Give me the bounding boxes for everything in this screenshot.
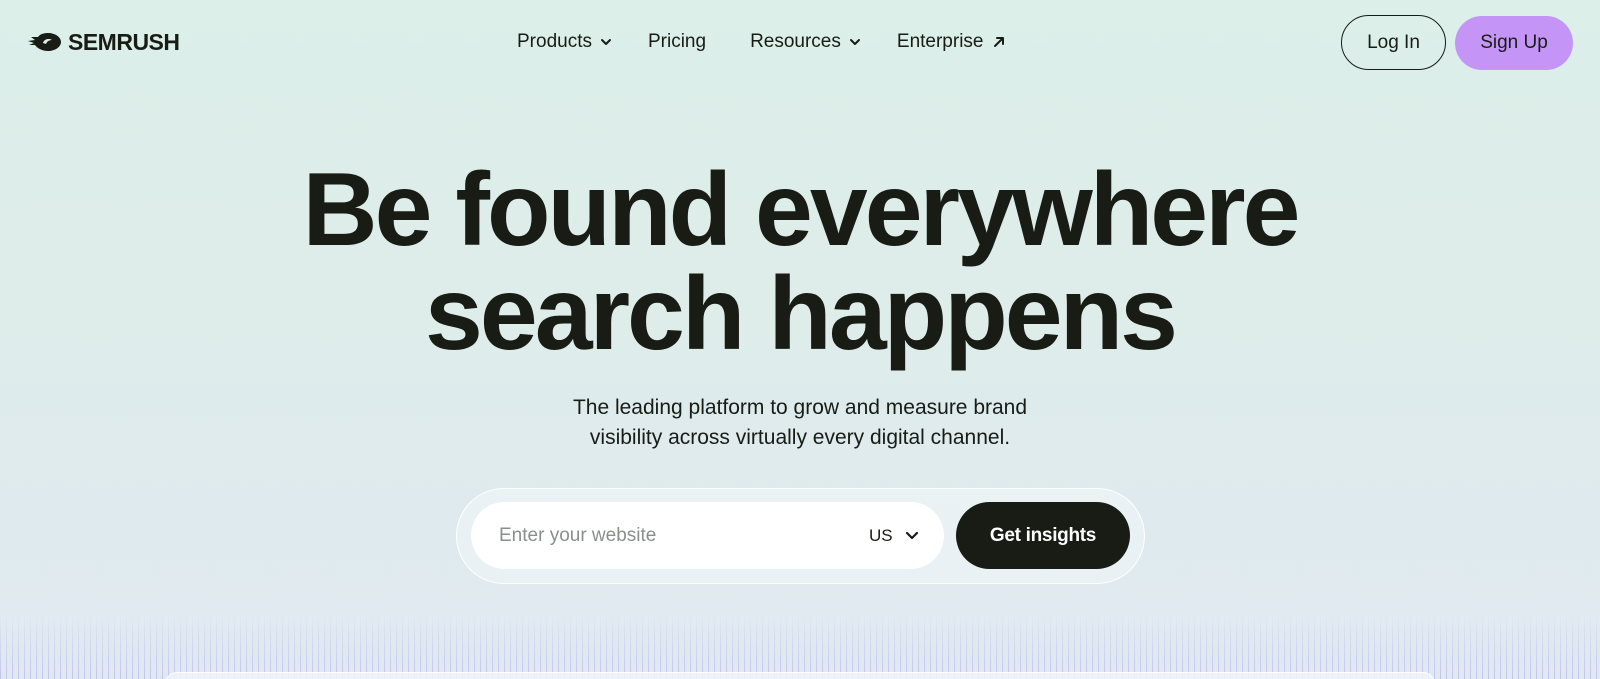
- hero-subtitle-line-2: visibility across virtually every digita…: [589, 426, 1011, 449]
- hero-title-line-1: Be found everywhere: [302, 152, 1301, 268]
- nav-pricing-label: Pricing: [647, 31, 707, 52]
- chevron-down-icon: [905, 531, 918, 540]
- hero-subtitle: The leading platform to grow and measure…: [0, 393, 1600, 453]
- signup-button[interactable]: Sign Up: [1455, 16, 1573, 70]
- arrow-up-right-icon: [993, 37, 1004, 47]
- nav-pricing[interactable]: Pricing: [648, 31, 706, 53]
- nav-resources[interactable]: Resources: [750, 31, 861, 53]
- nav-enterprise[interactable]: Enterprise: [897, 31, 1006, 53]
- get-insights-button[interactable]: Get insights: [956, 502, 1130, 569]
- hero-subtitle-line-1: The leading platform to grow and measure…: [572, 396, 1028, 419]
- country-select[interactable]: US: [869, 502, 919, 569]
- country-select-value: US: [869, 525, 893, 545]
- semrush-fireball-icon: [28, 33, 61, 51]
- hero-title: Be found everywhere search happens: [0, 158, 1600, 366]
- chevron-down-icon: [849, 39, 860, 45]
- nav-products-label: Products: [517, 31, 592, 52]
- website-input[interactable]: [499, 502, 829, 569]
- nav-resources-label: Resources: [750, 31, 841, 52]
- hero-title-line-2: search happens: [425, 256, 1178, 372]
- search-box: US: [471, 502, 944, 569]
- main-nav: Products Pricing Resources Enterprise: [517, 28, 1006, 56]
- semrush-logo[interactable]: SEMRUSH: [28, 28, 180, 56]
- chevron-down-icon: [600, 39, 611, 45]
- login-button[interactable]: Log In: [1341, 15, 1446, 70]
- site-header: SEMRUSH Products Pricing Resources Enter…: [0, 0, 1600, 84]
- nav-enterprise-label: Enterprise: [896, 31, 984, 52]
- dashboard-preview-card: [165, 672, 1435, 679]
- nav-products[interactable]: Products: [517, 31, 612, 53]
- decorative-stripes: [0, 616, 1600, 679]
- website-search-form: US Get insights: [456, 488, 1145, 584]
- brand-name: SEMRUSH: [68, 28, 180, 55]
